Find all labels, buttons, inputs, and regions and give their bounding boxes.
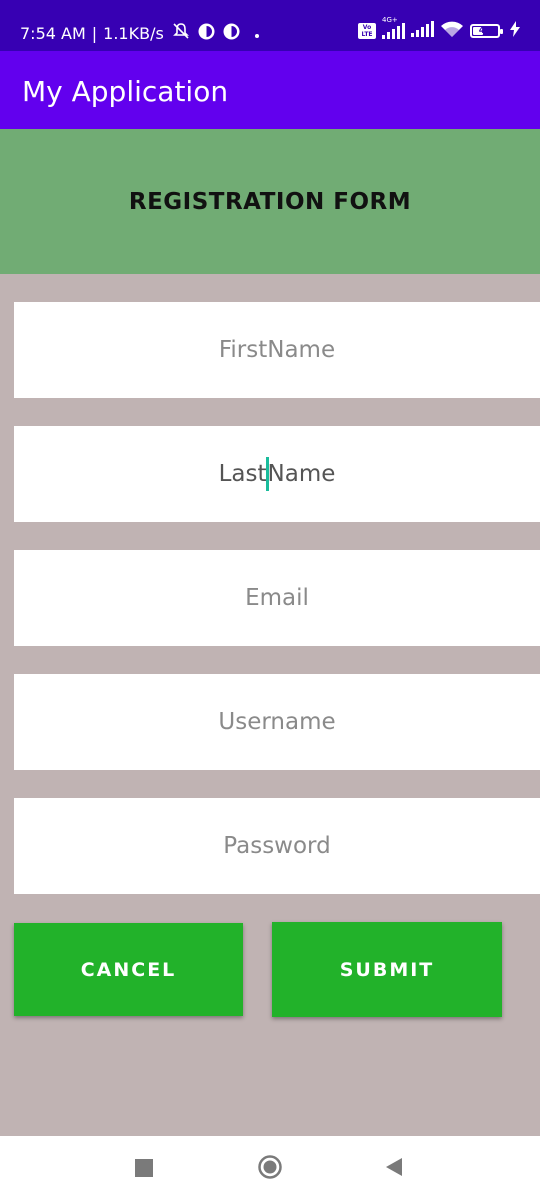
submit-button[interactable]: SUBMIT bbox=[272, 922, 502, 1017]
home-circle-icon[interactable] bbox=[258, 1155, 282, 1179]
form-title: REGISTRATION FORM bbox=[128, 188, 412, 215]
clock: 7:54 AM bbox=[20, 23, 86, 43]
username-field[interactable]: Username bbox=[14, 674, 540, 770]
battery-level: 43 bbox=[478, 26, 492, 36]
password-field[interactable]: Password bbox=[14, 798, 540, 894]
first-name-field[interactable]: FirstName bbox=[14, 302, 540, 398]
dot-icon bbox=[254, 24, 260, 43]
notification-icon bbox=[223, 23, 240, 44]
notification-icon bbox=[198, 23, 215, 44]
app-bar: My Application bbox=[0, 51, 540, 129]
charging-icon bbox=[510, 21, 520, 41]
last-name-field[interactable]: Last Name bbox=[14, 426, 540, 522]
signal-icon: 4G+ bbox=[382, 16, 405, 39]
email-field[interactable]: Email bbox=[14, 550, 540, 646]
back-triangle-icon[interactable] bbox=[385, 1157, 403, 1177]
last-name-text-before-cursor: Last bbox=[218, 461, 267, 487]
battery-icon: 43 bbox=[470, 24, 503, 38]
cancel-button[interactable]: CANCEL bbox=[14, 923, 243, 1016]
form-header: REGISTRATION FORM bbox=[0, 129, 540, 274]
volte-icon: Vo LTE bbox=[358, 23, 376, 39]
email-placeholder: Email bbox=[245, 585, 309, 611]
status-right: Vo LTE 4G+ 43 bbox=[358, 16, 520, 42]
first-name-placeholder: FirstName bbox=[218, 337, 336, 363]
recents-square-icon[interactable] bbox=[135, 1159, 153, 1177]
network-speed: 1.1KB/s bbox=[103, 23, 164, 43]
mute-icon bbox=[172, 22, 190, 44]
navigation-bar bbox=[0, 1136, 540, 1200]
signal-icon bbox=[411, 21, 434, 41]
last-name-text-after-cursor: Name bbox=[267, 461, 336, 487]
wifi-icon bbox=[440, 20, 464, 42]
app-title: My Application bbox=[22, 75, 229, 108]
network-type-label: 4G+ bbox=[382, 16, 398, 24]
status-bar: 7:54 AM | 1.1KB/s Vo LTE 4G+ 43 bbox=[0, 0, 540, 51]
username-placeholder: Username bbox=[218, 709, 336, 735]
status-left: 7:54 AM | 1.1KB/s bbox=[20, 22, 260, 44]
password-placeholder: Password bbox=[223, 833, 331, 859]
status-separator: | bbox=[91, 23, 98, 43]
